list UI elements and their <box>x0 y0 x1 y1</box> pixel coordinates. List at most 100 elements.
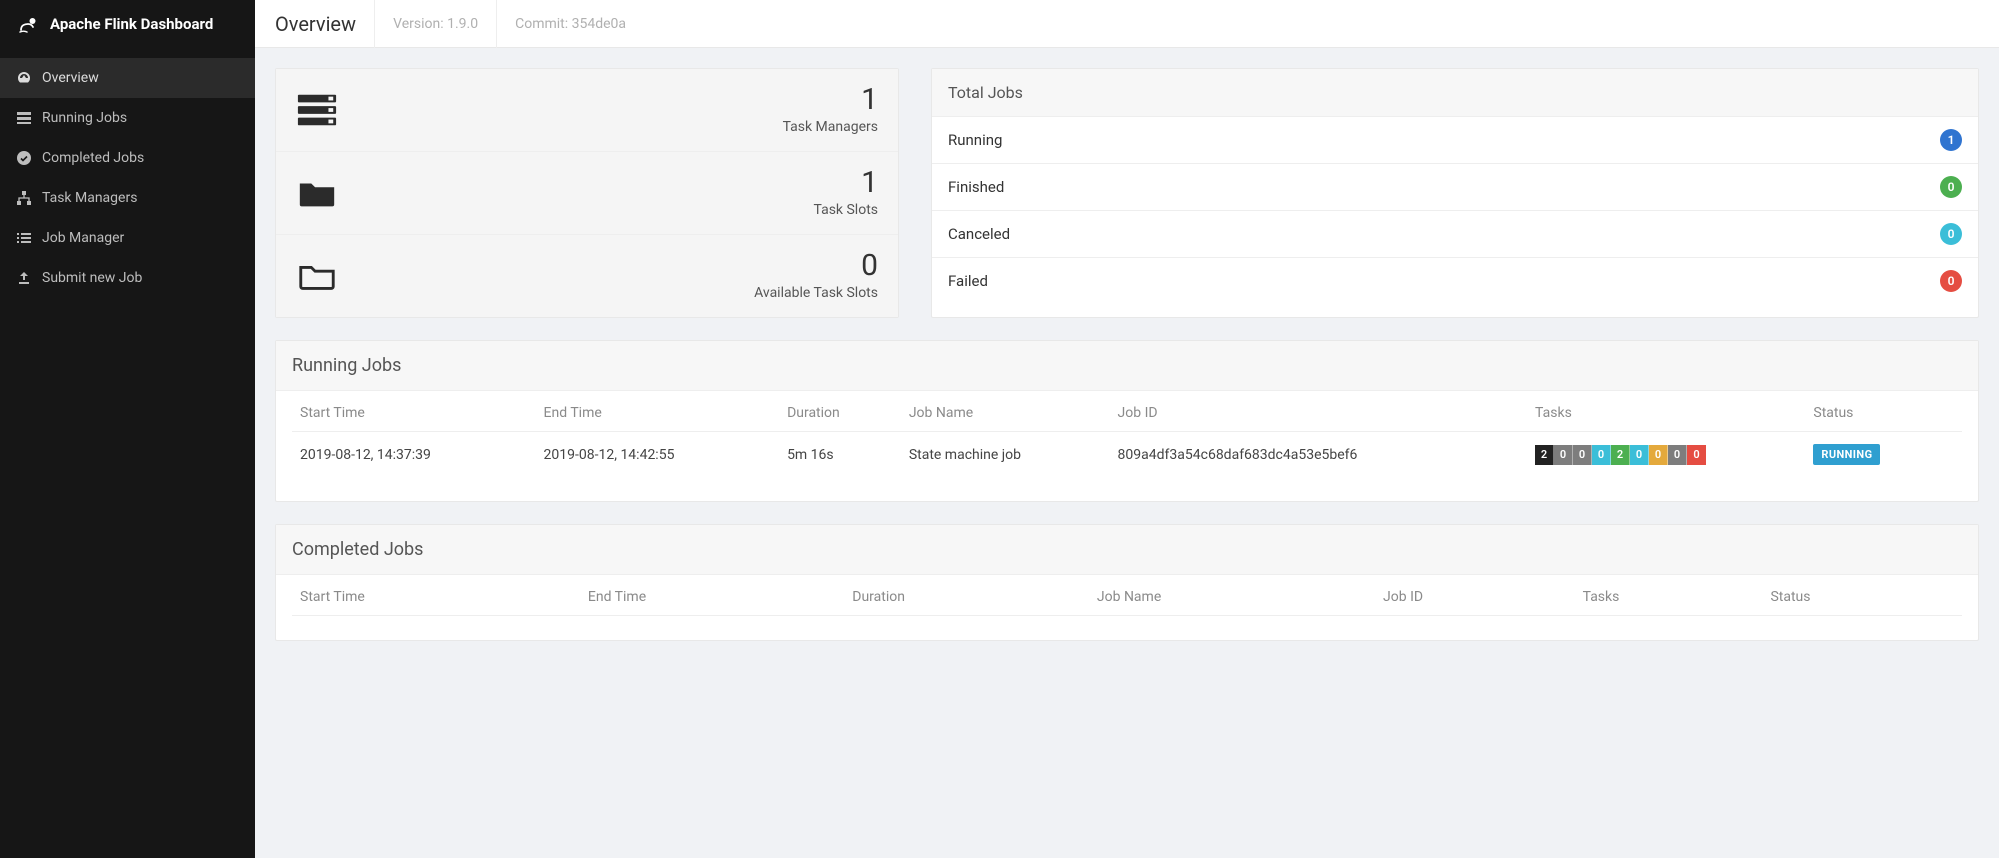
running-jobs-title: Running Jobs <box>276 341 1978 391</box>
commit-label: Commit: <box>515 16 568 32</box>
sitemap-icon <box>16 190 32 206</box>
col-duration: Duration <box>779 391 901 432</box>
col-tasks: Tasks <box>1575 575 1763 616</box>
status-tag: RUNNING <box>1813 444 1880 465</box>
completed-jobs-panel: Completed Jobs Start Time End Time Durat… <box>275 524 1979 641</box>
task-count-cell: 2 <box>1611 445 1630 465</box>
cell-job-name: State machine job <box>901 432 1110 478</box>
task-count-cell: 2 <box>1535 445 1554 465</box>
main: Overview Version: 1.9.0 Commit: 354de0a <box>255 0 1999 858</box>
flink-logo-icon <box>16 12 40 36</box>
total-jobs-row: Canceled 0 <box>932 211 1978 258</box>
brand-title: Apache Flink Dashboard <box>50 15 213 33</box>
task-count-cell: 0 <box>1630 445 1649 465</box>
completed-jobs-title: Completed Jobs <box>276 525 1978 575</box>
sidebar-item-submit-job[interactable]: Submit new Job <box>0 258 255 298</box>
server-icon <box>296 92 338 128</box>
total-jobs-row: Running 1 <box>932 117 1978 164</box>
cell-start-time: 2019-08-12, 14:37:39 <box>292 432 536 478</box>
total-jobs-row: Finished 0 <box>932 164 1978 211</box>
topbar: Overview Version: 1.9.0 Commit: 354de0a <box>255 0 1999 48</box>
table-header-row: Start Time End Time Duration Job Name Jo… <box>292 575 1962 616</box>
total-jobs-count-badge: 1 <box>1940 129 1962 151</box>
running-jobs-table: Start Time End Time Duration Job Name Jo… <box>292 391 1962 477</box>
cell-job-id: 809a4df3a54c68daf683dc4a53e5bef6 <box>1110 432 1528 478</box>
col-job-name: Job Name <box>1089 575 1375 616</box>
stat-label: Available Task Slots <box>754 285 878 301</box>
total-jobs-title: Total Jobs <box>932 69 1978 117</box>
sidebar-brand: Apache Flink Dashboard <box>0 0 255 48</box>
tasks-strip: 200020000 <box>1535 445 1706 465</box>
version-value: 1.9.0 <box>447 16 478 32</box>
task-count-cell: 0 <box>1668 445 1687 465</box>
upload-icon <box>16 270 32 286</box>
col-end-time: End Time <box>536 391 780 432</box>
sidebar-item-overview[interactable]: Overview <box>0 58 255 98</box>
stat-task-slots: 1 Task Slots <box>276 152 898 235</box>
sidebar-item-job-manager[interactable]: Job Manager <box>0 218 255 258</box>
cluster-stats-card: 1 Task Managers 1 Task Slots <box>275 68 899 318</box>
total-jobs-label: Running <box>948 131 1002 149</box>
total-jobs-label: Failed <box>948 272 988 290</box>
gauge-icon <box>16 70 32 86</box>
list-icon <box>16 230 32 246</box>
sidebar-item-label: Job Manager <box>42 230 124 246</box>
sidebar-nav: Overview Running Jobs Completed Jobs Tas… <box>0 58 255 298</box>
commit-value: 354de0a <box>572 16 626 32</box>
table-header-row: Start Time End Time Duration Job Name Jo… <box>292 391 1962 432</box>
stat-value: 0 <box>754 251 878 281</box>
total-jobs-count-badge: 0 <box>1940 270 1962 292</box>
table-row[interactable]: 2019-08-12, 14:37:392019-08-12, 14:42:55… <box>292 432 1962 478</box>
page-title: Overview <box>275 0 375 48</box>
sidebar-item-running-jobs[interactable]: Running Jobs <box>0 98 255 138</box>
task-count-cell: 0 <box>1573 445 1592 465</box>
completed-jobs-table: Start Time End Time Duration Job Name Jo… <box>292 575 1962 616</box>
sidebar-item-label: Overview <box>42 70 99 86</box>
sidebar-item-label: Submit new Job <box>42 270 142 286</box>
folder-outline-icon <box>296 258 338 294</box>
col-job-name: Job Name <box>901 391 1110 432</box>
sidebar-item-label: Completed Jobs <box>42 150 144 166</box>
task-count-cell: 0 <box>1687 445 1706 465</box>
version-meta: Version: 1.9.0 <box>393 0 497 48</box>
col-status: Status <box>1762 575 1962 616</box>
total-jobs-label: Finished <box>948 178 1004 196</box>
sidebar-item-task-managers[interactable]: Task Managers <box>0 178 255 218</box>
col-status: Status <box>1805 391 1962 432</box>
total-jobs-count-badge: 0 <box>1940 223 1962 245</box>
total-jobs-count-badge: 0 <box>1940 176 1962 198</box>
sidebar-item-label: Task Managers <box>42 190 137 206</box>
stat-value: 1 <box>814 168 879 198</box>
cell-status: RUNNING <box>1805 432 1962 478</box>
sidebar-item-completed-jobs[interactable]: Completed Jobs <box>0 138 255 178</box>
col-tasks: Tasks <box>1527 391 1805 432</box>
stat-available-slots: 0 Available Task Slots <box>276 235 898 317</box>
bars-icon <box>16 110 32 126</box>
stat-label: Task Slots <box>814 202 879 218</box>
folder-icon <box>296 175 338 211</box>
sidebar: Apache Flink Dashboard Overview Running … <box>0 0 255 858</box>
check-circle-icon <box>16 150 32 166</box>
sidebar-item-label: Running Jobs <box>42 110 127 126</box>
stat-task-managers: 1 Task Managers <box>276 69 898 152</box>
col-start-time: Start Time <box>292 391 536 432</box>
cell-tasks: 200020000 <box>1527 432 1805 478</box>
task-count-cell: 0 <box>1592 445 1611 465</box>
version-label: Version: <box>393 16 444 32</box>
cell-duration: 5m 16s <box>779 432 901 478</box>
cell-end-time: 2019-08-12, 14:42:55 <box>536 432 780 478</box>
commit-meta: Commit: 354de0a <box>515 0 644 48</box>
content: 1 Task Managers 1 Task Slots <box>255 48 1999 661</box>
col-duration: Duration <box>844 575 1089 616</box>
col-job-id: Job ID <box>1110 391 1528 432</box>
total-jobs-label: Canceled <box>948 225 1010 243</box>
total-jobs-row: Failed 0 <box>932 258 1978 304</box>
task-count-cell: 0 <box>1554 445 1573 465</box>
running-jobs-panel: Running Jobs Start Time End Time Duratio… <box>275 340 1979 502</box>
col-job-id: Job ID <box>1375 575 1575 616</box>
stat-value: 1 <box>783 85 878 115</box>
stat-label: Task Managers <box>783 119 878 135</box>
col-start-time: Start Time <box>292 575 580 616</box>
total-jobs-card: Total Jobs Running1Finished0Canceled0Fai… <box>931 68 1979 318</box>
col-end-time: End Time <box>580 575 844 616</box>
